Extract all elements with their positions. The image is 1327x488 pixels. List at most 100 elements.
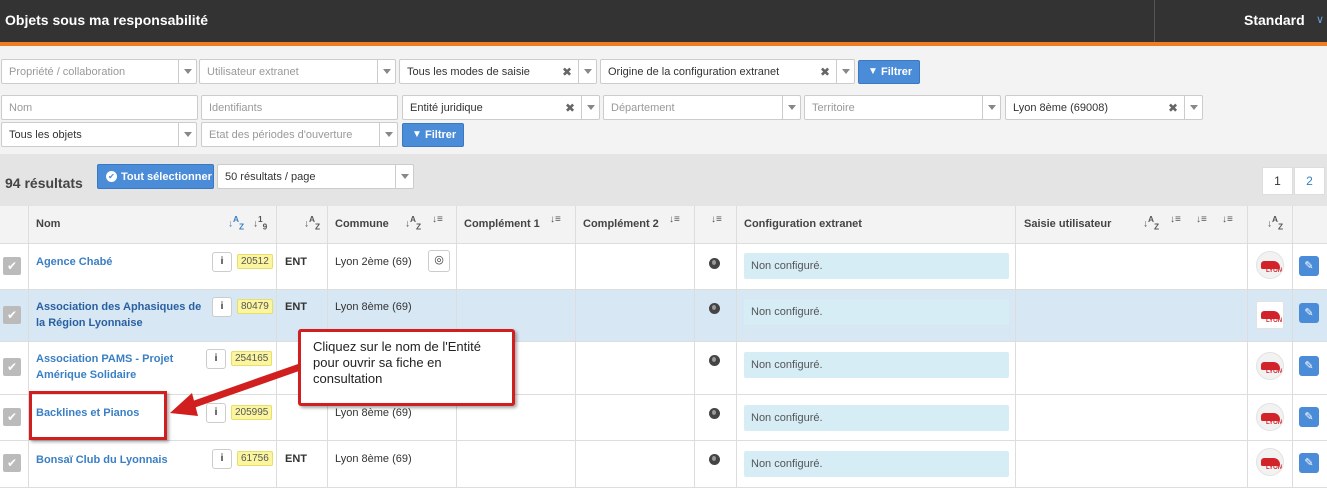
dropdown-arrow-icon[interactable] bbox=[581, 96, 599, 119]
sort-list-icon[interactable]: ↓≡ bbox=[711, 215, 722, 225]
sort-list-icon[interactable]: ↓≡ bbox=[669, 215, 680, 225]
clear-icon[interactable]: ✖ bbox=[565, 101, 575, 115]
select-all-button[interactable]: ✔ Tout sélectionner bbox=[97, 164, 214, 189]
identifiants-placeholder: Identifiants bbox=[209, 102, 263, 114]
nom-input[interactable]: Nom bbox=[1, 95, 198, 120]
row-checkbox[interactable]: ✔ bbox=[3, 454, 21, 472]
id-badge: 20512 bbox=[237, 254, 273, 269]
annotation-callout: Cliquez sur le nom de l'Entité pour ouvr… bbox=[298, 329, 515, 406]
filter-button-2[interactable]: ▼ Filtrer bbox=[402, 123, 464, 147]
config-status: Non configuré. bbox=[744, 405, 1009, 431]
table-row[interactable]: ✔ Bonsaï Club du Lyonnais i 61756 ENT Ly… bbox=[0, 441, 1327, 488]
page-1[interactable]: 1 bbox=[1262, 167, 1293, 195]
sort-alpha-icon[interactable]: ↓AZ bbox=[304, 215, 320, 231]
clear-icon[interactable]: ✖ bbox=[820, 65, 830, 79]
periodes-placeholder: Etat des périodes d'ouverture bbox=[209, 129, 353, 141]
sort-alpha-icon[interactable]: ↓AZ bbox=[1267, 215, 1283, 231]
row-checkbox[interactable]: ✔ bbox=[3, 408, 21, 426]
type-label: ENT bbox=[285, 256, 307, 268]
departement-select[interactable]: Département bbox=[603, 95, 801, 120]
globe-icon bbox=[709, 258, 720, 269]
edit-pencil-icon[interactable]: ✎ bbox=[1299, 356, 1319, 376]
table-row[interactable]: ✔ Association des Aphasiques de la Régio… bbox=[0, 290, 1327, 342]
entity-name-link[interactable]: Bonsaï Club du Lyonnais bbox=[36, 452, 208, 468]
column-divider bbox=[694, 206, 695, 488]
entity-name-link[interactable]: Association PAMS - Projet Amérique Solid… bbox=[36, 351, 201, 383]
clear-icon[interactable]: ✖ bbox=[562, 65, 572, 79]
propriete-placeholder: Propriété / collaboration bbox=[9, 66, 126, 78]
table-row[interactable]: ✔ Association PAMS - Projet Amérique Sol… bbox=[0, 342, 1327, 395]
row-checkbox[interactable]: ✔ bbox=[3, 306, 21, 324]
row-checkbox[interactable]: ✔ bbox=[3, 257, 21, 275]
periodes-select[interactable]: Etat des périodes d'ouverture bbox=[201, 122, 398, 147]
column-complement1[interactable]: Complément 1 bbox=[464, 218, 540, 230]
sort-alpha-icon[interactable]: ↓AZ bbox=[1143, 215, 1159, 231]
view-selector[interactable]: Standard bbox=[1244, 12, 1305, 28]
dropdown-arrow-icon[interactable] bbox=[578, 60, 596, 83]
sort-list-icon[interactable]: ↓≡ bbox=[432, 215, 443, 225]
column-commune[interactable]: Commune bbox=[335, 218, 389, 230]
edit-pencil-icon[interactable]: ✎ bbox=[1299, 453, 1319, 473]
table-row[interactable]: ✔ Backlines et Pianos i 205995 Lyon 8ème… bbox=[0, 395, 1327, 441]
entite-value: Entité juridique bbox=[410, 102, 483, 114]
column-config[interactable]: Configuration extranet bbox=[744, 218, 862, 230]
territoire-select[interactable]: Territoire bbox=[804, 95, 1001, 120]
globe-icon bbox=[709, 408, 720, 419]
dropdown-arrow-icon[interactable] bbox=[395, 165, 413, 188]
filter-button-label: Filtrer bbox=[425, 129, 457, 141]
dropdown-arrow-icon[interactable] bbox=[1184, 96, 1202, 119]
clear-icon[interactable]: ✖ bbox=[1168, 101, 1178, 115]
column-saisie[interactable]: Saisie utilisateur bbox=[1024, 218, 1111, 230]
column-divider bbox=[736, 206, 737, 488]
filter-button-1[interactable]: ▼ Filtrer bbox=[858, 60, 920, 84]
header-divider bbox=[1154, 0, 1155, 42]
objets-select[interactable]: Tous les objets bbox=[1, 122, 197, 147]
column-divider bbox=[1292, 206, 1293, 488]
sort-list-icon[interactable]: ↓≡ bbox=[550, 215, 561, 225]
info-icon[interactable]: i bbox=[206, 403, 226, 423]
origine-select[interactable]: Origine de la configuration extranet ✖ bbox=[600, 59, 855, 84]
modes-select[interactable]: Tous les modes de saisie ✖ bbox=[399, 59, 597, 84]
dropdown-arrow-icon[interactable] bbox=[178, 123, 196, 146]
propriete-select[interactable]: Propriété / collaboration bbox=[1, 59, 197, 84]
sort-list-icon[interactable]: ↓≡ bbox=[1170, 215, 1181, 225]
entity-name-link[interactable]: Association des Aphasiques de la Région … bbox=[36, 299, 208, 331]
entity-name-link[interactable]: Agence Chabé bbox=[36, 254, 208, 270]
dropdown-arrow-icon[interactable] bbox=[379, 123, 397, 146]
type-label: ENT bbox=[285, 453, 307, 465]
row-checkbox[interactable]: ✔ bbox=[3, 358, 21, 376]
column-complement2[interactable]: Complément 2 bbox=[583, 218, 659, 230]
lyon-logo: LYON bbox=[1256, 448, 1284, 476]
column-nom[interactable]: Nom bbox=[36, 218, 60, 230]
page-2[interactable]: 2 bbox=[1294, 167, 1325, 195]
globe-icon bbox=[709, 355, 720, 366]
dropdown-arrow-icon[interactable] bbox=[836, 60, 854, 83]
info-icon[interactable]: i bbox=[212, 449, 232, 469]
departement-placeholder: Département bbox=[611, 102, 675, 114]
per-page-value: 50 résultats / page bbox=[225, 171, 316, 183]
dropdown-arrow-icon[interactable] bbox=[377, 60, 395, 83]
utilisateur-select[interactable]: Utilisateur extranet bbox=[199, 59, 396, 84]
sort-alpha-icon[interactable]: ↓AZ bbox=[228, 215, 244, 231]
dropdown-arrow-icon[interactable] bbox=[178, 60, 196, 83]
edit-pencil-icon[interactable]: ✎ bbox=[1299, 256, 1319, 276]
info-icon[interactable]: i bbox=[212, 252, 232, 272]
chevron-down-icon[interactable]: ∨ bbox=[1316, 13, 1324, 26]
globe-icon bbox=[709, 454, 720, 465]
sort-list-icon[interactable]: ↓≡ bbox=[1222, 215, 1233, 225]
edit-pencil-icon[interactable]: ✎ bbox=[1299, 303, 1319, 323]
per-page-select[interactable]: 50 résultats / page bbox=[217, 164, 414, 189]
edit-pencil-icon[interactable]: ✎ bbox=[1299, 407, 1319, 427]
sort-alpha-icon[interactable]: ↓AZ bbox=[405, 215, 421, 231]
dropdown-arrow-icon[interactable] bbox=[982, 96, 1000, 119]
info-icon[interactable]: i bbox=[206, 349, 226, 369]
identifiants-input[interactable]: Identifiants bbox=[201, 95, 398, 120]
table-row[interactable]: ✔ Agence Chabé i 20512 ENT Lyon 2ème (69… bbox=[0, 244, 1327, 290]
entite-select[interactable]: Entité juridique ✖ bbox=[402, 95, 600, 120]
sort-numeric-icon[interactable]: ↓19 bbox=[253, 215, 267, 231]
location-target-icon[interactable]: ◎ bbox=[428, 250, 450, 272]
sort-list-icon[interactable]: ↓≡ bbox=[1196, 215, 1207, 225]
info-icon[interactable]: i bbox=[212, 297, 232, 317]
dropdown-arrow-icon[interactable] bbox=[782, 96, 800, 119]
ville-select[interactable]: Lyon 8ème (69008) ✖ bbox=[1005, 95, 1203, 120]
